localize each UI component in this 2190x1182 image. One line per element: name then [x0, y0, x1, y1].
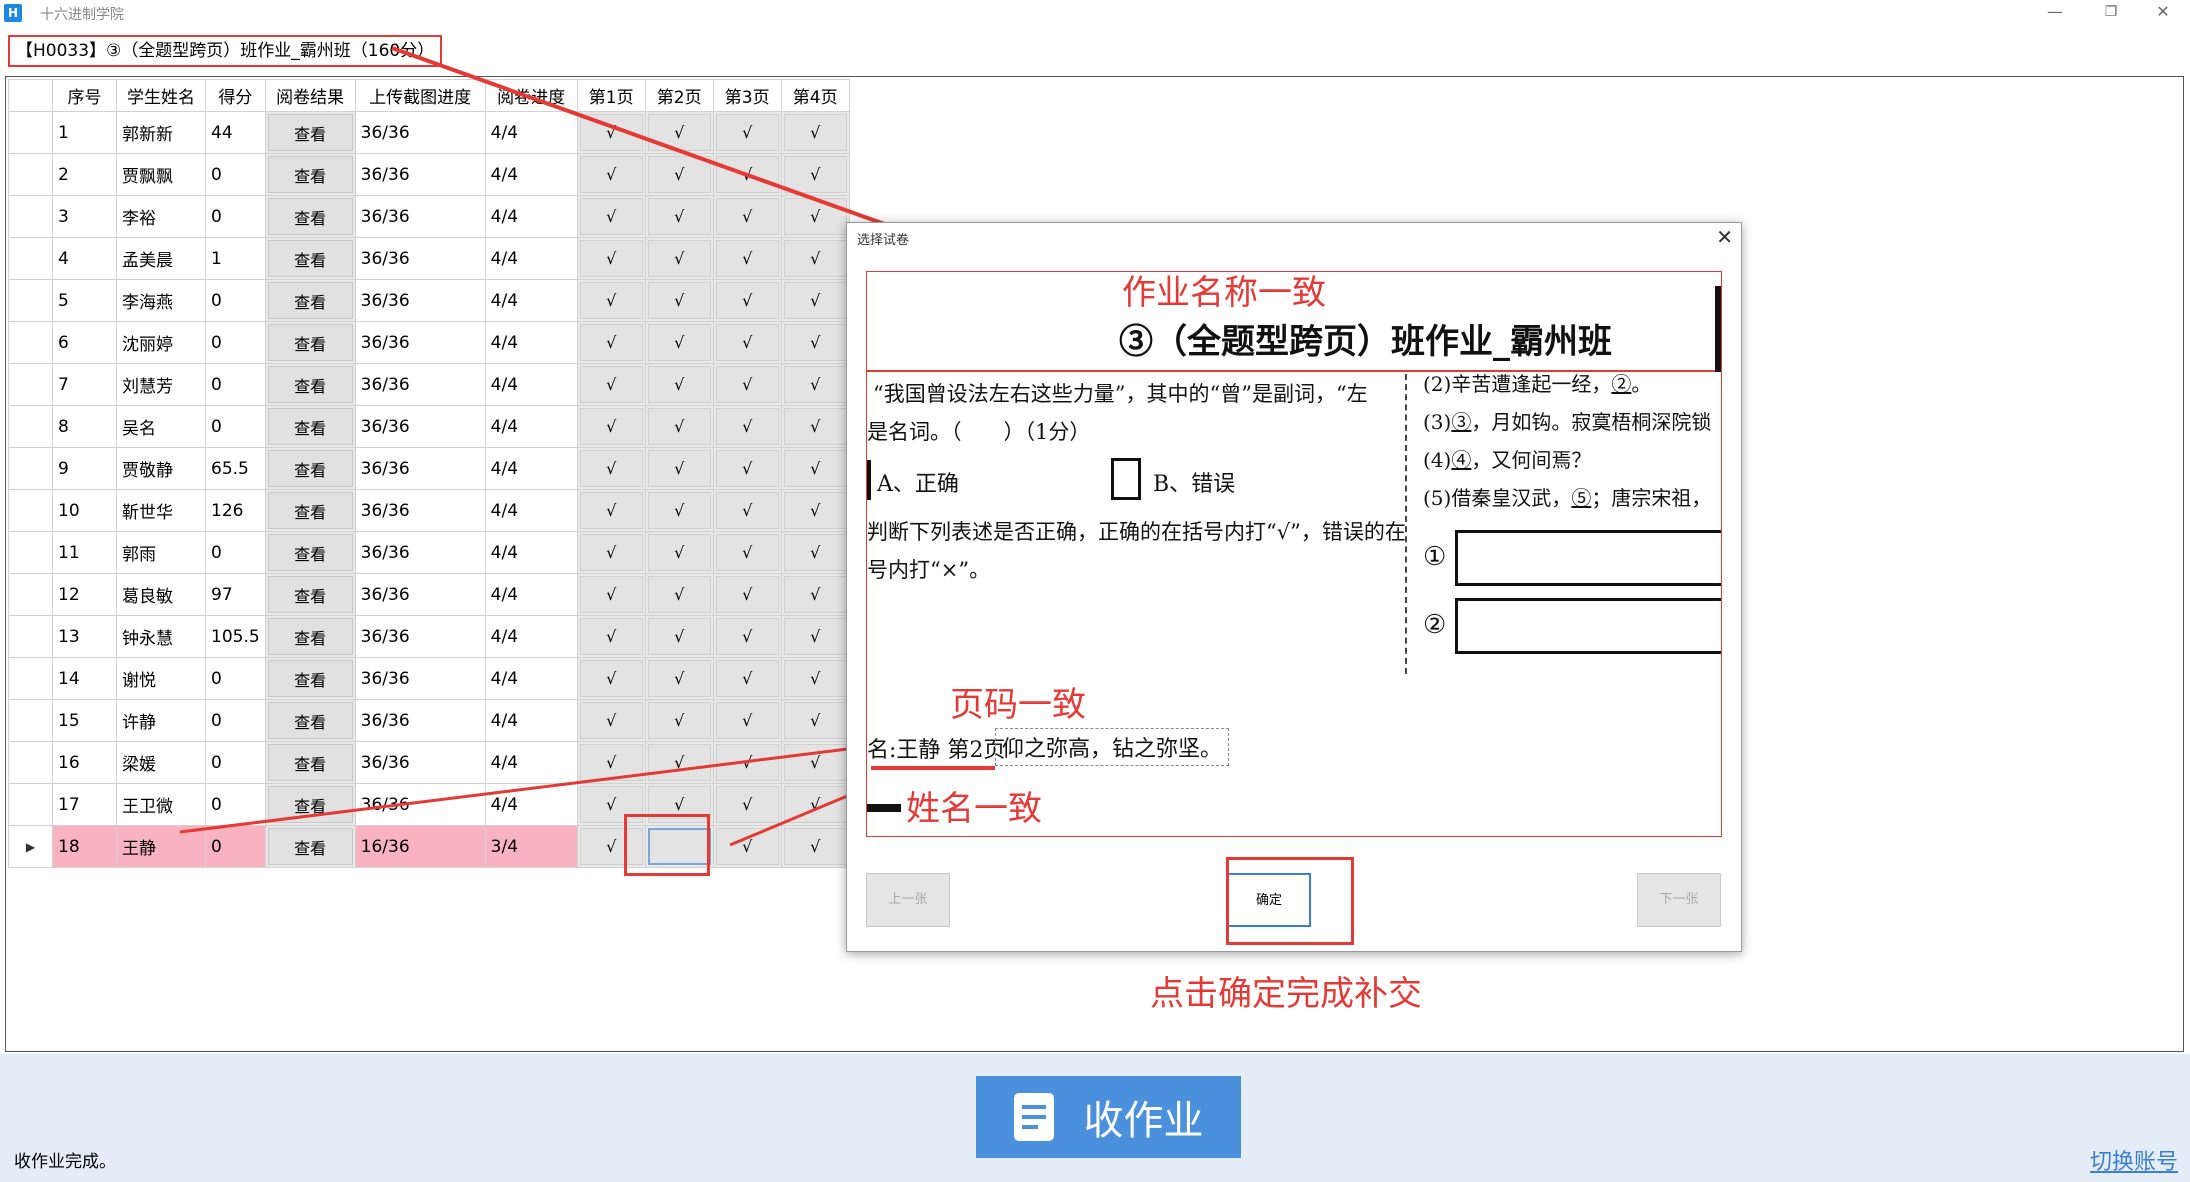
arrow-name-to-paper: [179, 734, 878, 834]
answer-index-1: ①: [1423, 542, 1447, 572]
annotation-page-match: 页码一致: [950, 685, 1086, 725]
question-text: “我国曾设法左右这些力量”，其中的“曾”是副词，“左: [873, 382, 1368, 406]
paper-preview: ③（全题型跨页）班作业_霸州班 “我国曾设法左右这些力量”，其中的“曾”是副词，…: [866, 271, 1722, 837]
confirm-highlight: [1226, 857, 1354, 945]
answer-box-1: [1455, 530, 1721, 586]
verse-text: 仰之弥高，钻之弥坚。: [995, 728, 1230, 766]
option-b-box: [1111, 458, 1141, 500]
next-button[interactable]: 下一张: [1637, 873, 1721, 927]
right-question-text: (4): [1423, 448, 1452, 472]
paper-title: ③（全题型跨页）班作业_霸州班: [1119, 322, 1612, 362]
switch-account-link[interactable]: 切换账号: [2090, 1144, 2178, 1176]
annotation-name-match: 姓名一致: [906, 789, 1042, 829]
question-text: 判断下列表述是否正确，正确的在括号内打“√”，错误的在: [867, 520, 1406, 544]
answer-box-2: [1455, 598, 1721, 654]
right-question-2: (3)③，月如钩。寂寞梧桐深院锁: [1423, 406, 1711, 435]
right-question-3: (4)④，又何间焉？: [1423, 444, 1591, 473]
annotation-title-match: 作业名称一致: [1122, 273, 1326, 313]
right-question-text: ，月如钩。寂寞梧桐深院锁: [1471, 410, 1712, 434]
paper-edge-mark: [1715, 286, 1721, 372]
dialog-title: 选择试卷: [857, 233, 910, 248]
option-box-edge: [867, 460, 871, 500]
status-text: 收作业完成。: [14, 1152, 116, 1172]
collect-homework-label: 收作业: [1083, 1098, 1204, 1144]
name-underline: [871, 766, 995, 770]
answer-blank: ②: [1611, 372, 1632, 396]
question-text: 号内打“×”。: [867, 558, 991, 582]
right-question-text: (2)辛苦遭逢起一经，: [1423, 372, 1612, 396]
option-a: A、正确: [877, 472, 959, 497]
answer-blank: ③: [1451, 410, 1472, 434]
student-name-page: 名:王静 第2页: [867, 738, 1006, 763]
right-question-text: (3): [1423, 410, 1452, 434]
collect-homework-button[interactable]: 收作业: [976, 1076, 1241, 1158]
question-text: 是名词。（ ）（1分）: [867, 420, 1091, 444]
prev-button[interactable]: 上一张: [866, 873, 950, 927]
dialog-close-icon[interactable]: ✕: [1716, 225, 1733, 249]
option-b: B、错误: [1153, 472, 1236, 497]
document-icon: [1013, 1093, 1054, 1141]
right-question-text: ，又何间焉？: [1471, 448, 1592, 472]
right-question-1: (2)辛苦遭逢起一经，②。: [1423, 372, 1652, 396]
annotation-click-ok: 点击确定完成补交: [1150, 974, 1422, 1014]
answer-index-2: ②: [1423, 610, 1447, 640]
missing-page-highlight: [624, 814, 710, 876]
ink-mark: [867, 804, 901, 812]
right-question-text: (5)借秦皇汉武，: [1423, 486, 1572, 510]
select-paper-dialog: 选择试卷 ✕ ③（全题型跨页）班作业_霸州班 “我国曾设法左右这些力量”，其中的…: [846, 222, 1742, 952]
answer-blank: ⑤: [1571, 486, 1592, 510]
answer-blank: ④: [1451, 448, 1472, 472]
right-question-text: ；唐宗宋祖，: [1591, 486, 1712, 510]
right-question-4: (5)借秦皇汉武，⑤；唐宗宋祖，: [1423, 482, 1711, 511]
